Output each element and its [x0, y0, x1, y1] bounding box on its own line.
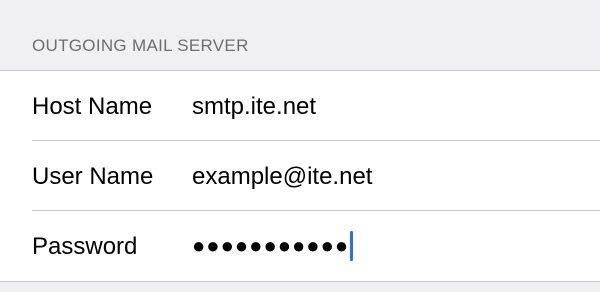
user-name-field[interactable]: example@ite.net [192, 163, 372, 191]
host-name-field[interactable]: smtp.ite.net [192, 93, 316, 121]
password-row[interactable]: Password ●●●●●●●●●●● [0, 211, 600, 281]
text-cursor [350, 231, 354, 261]
section-header: OUTGOING MAIL SERVER [0, 0, 600, 70]
user-name-row[interactable]: User Name example@ite.net [0, 141, 600, 211]
section-header-label: OUTGOING MAIL SERVER [32, 36, 249, 55]
password-label: Password [32, 233, 138, 260]
user-name-label: User Name [32, 163, 154, 190]
settings-screen: OUTGOING MAIL SERVER Host Name smtp.ite.… [0, 0, 600, 292]
password-field[interactable]: ●●●●●●●●●●● [192, 226, 354, 266]
password-masked-value: ●●●●●●●●●●● [192, 233, 350, 258]
host-name-row[interactable]: Host Name smtp.ite.net [0, 71, 600, 141]
host-name-label: Host Name [32, 93, 153, 120]
outgoing-server-group: Host Name smtp.ite.net User Name example… [0, 70, 600, 282]
bottom-spacer [0, 282, 600, 292]
